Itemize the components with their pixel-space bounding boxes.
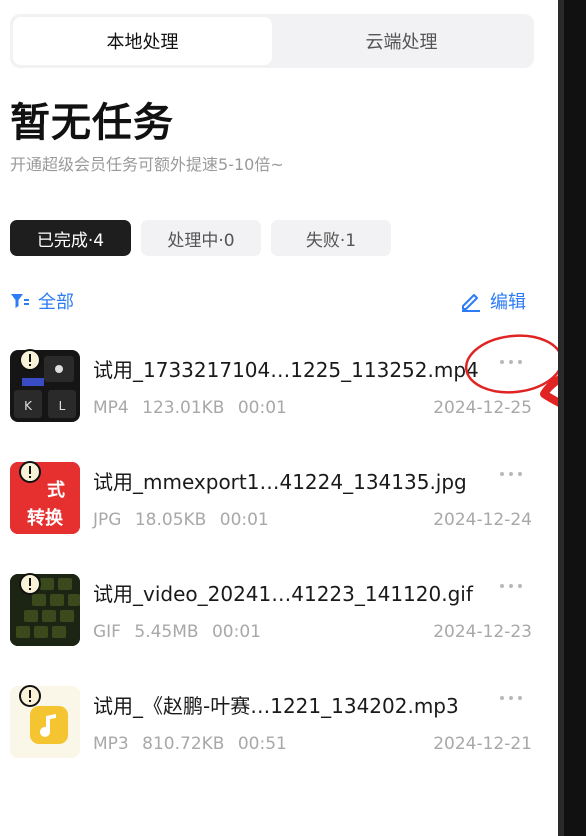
- pencil-icon: [462, 294, 480, 312]
- exclamation-circle-icon: [19, 349, 41, 371]
- task-duration: 00:51: [237, 734, 287, 754]
- filter-all-button[interactable]: 全部: [10, 288, 74, 314]
- tab-cloud[interactable]: 云端处理: [272, 17, 531, 65]
- task-date: 2024-12-25: [433, 398, 532, 418]
- task-date: 2024-12-21: [433, 734, 532, 754]
- task-duration: 00:01: [237, 398, 287, 418]
- app-screen: 本地处理 云端处理 暂无任务 开通超级会员任务可额外提速5-10倍~ 已完成·4…: [0, 0, 558, 836]
- task-meta: GIF 5.45MB 00:01: [93, 622, 269, 642]
- device-edge: [558, 0, 586, 836]
- status-filter-group: 已完成·4 处理中·0 失败·1: [10, 220, 391, 256]
- task-meta: MP3 810.72KB 00:51: [93, 734, 295, 754]
- svg-text:K: K: [24, 399, 33, 413]
- task-name: 试用_1733217104…1225_113252.mp4: [93, 358, 479, 382]
- task-item[interactable]: K L 试用_1733217104…1225_113252.mp4 MP4 12…: [10, 340, 538, 452]
- task-size: 18.05KB: [134, 510, 207, 530]
- list-toolbar: 全部 编辑: [10, 288, 530, 318]
- task-duration: 00:01: [219, 510, 269, 530]
- funnel-icon: [11, 294, 29, 308]
- task-size: 123.01KB: [142, 398, 225, 418]
- task-list: K L 试用_1733217104…1225_113252.mp4 MP4 12…: [10, 340, 538, 788]
- page-title: 暂无任务: [10, 100, 174, 146]
- task-size: 810.72KB: [142, 734, 225, 754]
- task-type: GIF: [93, 622, 121, 642]
- filter-completed[interactable]: 已完成·4: [10, 220, 131, 256]
- thumbnail-caption: 转换: [27, 508, 63, 529]
- task-date: 2024-12-24: [433, 510, 532, 530]
- more-options-icon[interactable]: [496, 688, 526, 708]
- edit-button[interactable]: 编辑: [460, 288, 526, 314]
- filter-all-label: 全部: [38, 292, 74, 313]
- task-item[interactable]: 式 转换 试用_mmexport1…41224_134135.jpg JPG 1…: [10, 452, 538, 564]
- task-type: MP4: [93, 398, 129, 418]
- exclamation-circle-icon: [19, 573, 41, 595]
- task-size: 5.45MB: [134, 622, 199, 642]
- exclamation-circle-icon: [19, 461, 41, 483]
- task-name: 试用_《赵鹏-叶赛…1221_134202.mp3: [93, 694, 459, 718]
- exclamation-circle-icon: [19, 685, 41, 707]
- svg-text:L: L: [59, 399, 66, 413]
- task-meta: JPG 18.05KB 00:01: [93, 510, 277, 530]
- filter-failed[interactable]: 失败·1: [271, 220, 391, 256]
- edit-label: 编辑: [490, 292, 526, 313]
- more-options-icon[interactable]: [496, 352, 526, 372]
- more-options-icon[interactable]: [496, 464, 526, 484]
- task-duration: 00:01: [211, 622, 261, 642]
- task-meta: MP4 123.01KB 00:01: [93, 398, 295, 418]
- task-date: 2024-12-23: [433, 622, 532, 642]
- task-type: JPG: [93, 510, 122, 530]
- task-item[interactable]: 试用_video_20241…41223_141120.gif GIF 5.45…: [10, 564, 538, 676]
- svg-text:式: 式: [47, 479, 65, 501]
- filter-processing[interactable]: 处理中·0: [141, 220, 261, 256]
- more-options-icon[interactable]: [496, 576, 526, 596]
- task-name: 试用_mmexport1…41224_134135.jpg: [93, 470, 467, 494]
- processing-mode-tabs: 本地处理 云端处理: [10, 14, 534, 68]
- tab-local[interactable]: 本地处理: [13, 17, 272, 65]
- task-type: MP3: [93, 734, 129, 754]
- task-name: 试用_video_20241…41223_141120.gif: [93, 582, 473, 606]
- vip-hint[interactable]: 开通超级会员任务可额外提速5-10倍~: [10, 151, 284, 175]
- task-item[interactable]: 试用_《赵鹏-叶赛…1221_134202.mp3 MP3 810.72KB 0…: [10, 676, 538, 788]
